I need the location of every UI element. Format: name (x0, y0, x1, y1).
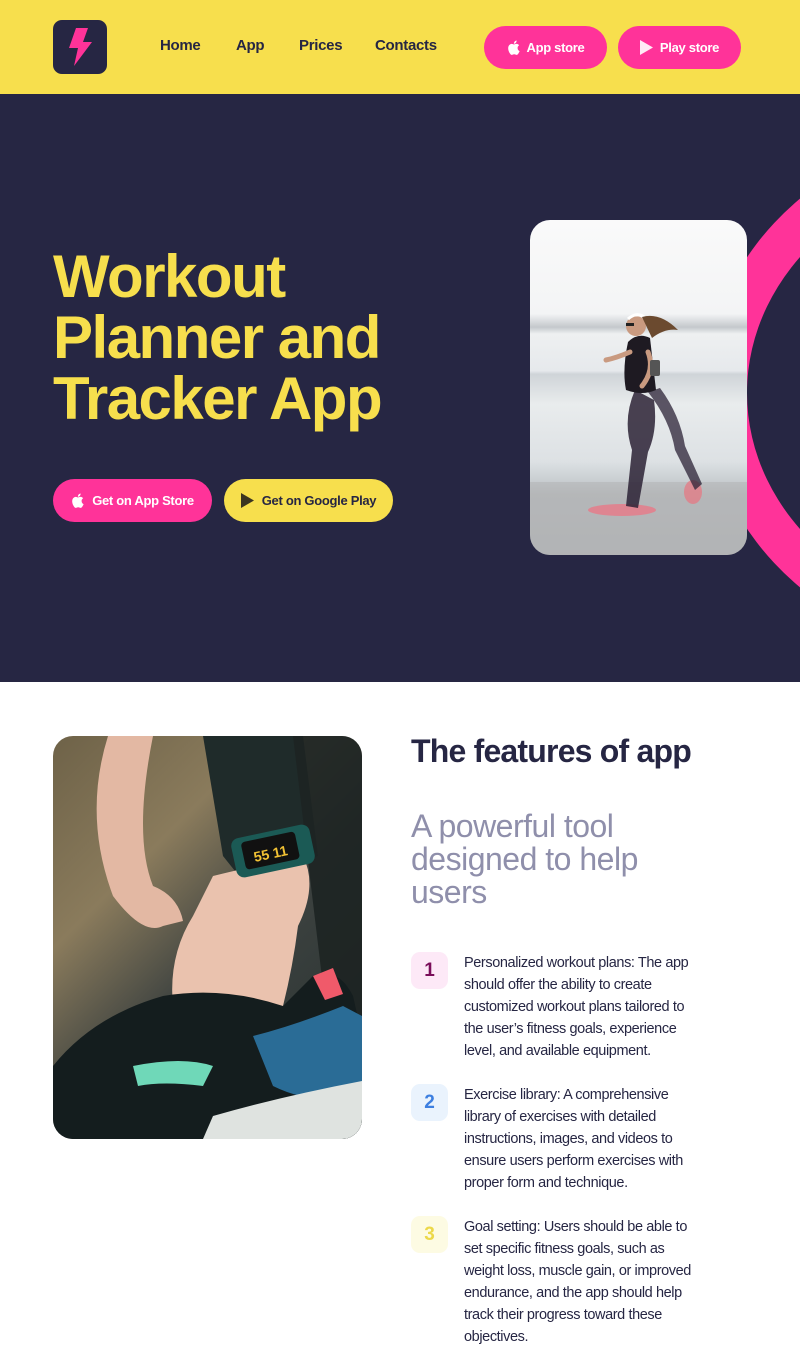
features-title: The features of app (411, 733, 692, 769)
hero-title: Workout Planner and Tracker App (53, 246, 473, 429)
apple-icon (72, 493, 84, 508)
get-on-app-store-label: Get on App Store (92, 493, 194, 508)
play-store-button[interactable]: Play store (618, 26, 741, 69)
play-icon (639, 40, 653, 55)
features-subtitle: A powerful tool designed to help users (411, 808, 638, 910)
nav-contacts[interactable]: Contacts (375, 37, 437, 54)
get-on-app-store-button[interactable]: Get on App Store (53, 479, 212, 522)
app-store-label: App store (526, 40, 585, 55)
hero-title-line: Planner and (53, 304, 381, 371)
app-store-button[interactable]: App store (484, 26, 607, 69)
site-header: Home App Prices Contacts App store Play … (0, 0, 800, 94)
play-icon (240, 493, 254, 508)
shoe-lacing-image: 55 11 (53, 736, 362, 1139)
apple-icon (507, 40, 520, 55)
feature-text: Exercise library: A comprehensive librar… (464, 1087, 683, 1191)
logo[interactable] (53, 20, 107, 74)
feature-text: Goal setting: Users should be able to se… (464, 1219, 691, 1345)
get-on-google-play-button[interactable]: Get on Google Play (224, 479, 393, 522)
feature-text: Personalized workout plans: The app shou… (464, 955, 689, 1059)
nav-app[interactable]: App (236, 37, 265, 54)
hero-title-line: Workout (53, 243, 286, 310)
get-on-google-play-label: Get on Google Play (261, 493, 377, 508)
shoe-lacing-illustration: 55 11 (53, 736, 362, 1139)
feature-number-badge: 3 (411, 1216, 448, 1253)
hero-title-line: Tracker App (53, 365, 383, 432)
feature-number-badge: 2 (411, 1084, 448, 1121)
lightning-bolt-icon (69, 28, 92, 66)
runner-illustration (530, 313, 747, 555)
nav-home[interactable]: Home (160, 37, 201, 54)
runner-image (530, 220, 747, 555)
nav-prices[interactable]: Prices (299, 37, 343, 54)
play-store-label: Play store (659, 40, 720, 55)
feature-number-badge: 1 (411, 952, 448, 989)
hero-section: Workout Planner and Tracker App Get on A… (0, 94, 800, 682)
